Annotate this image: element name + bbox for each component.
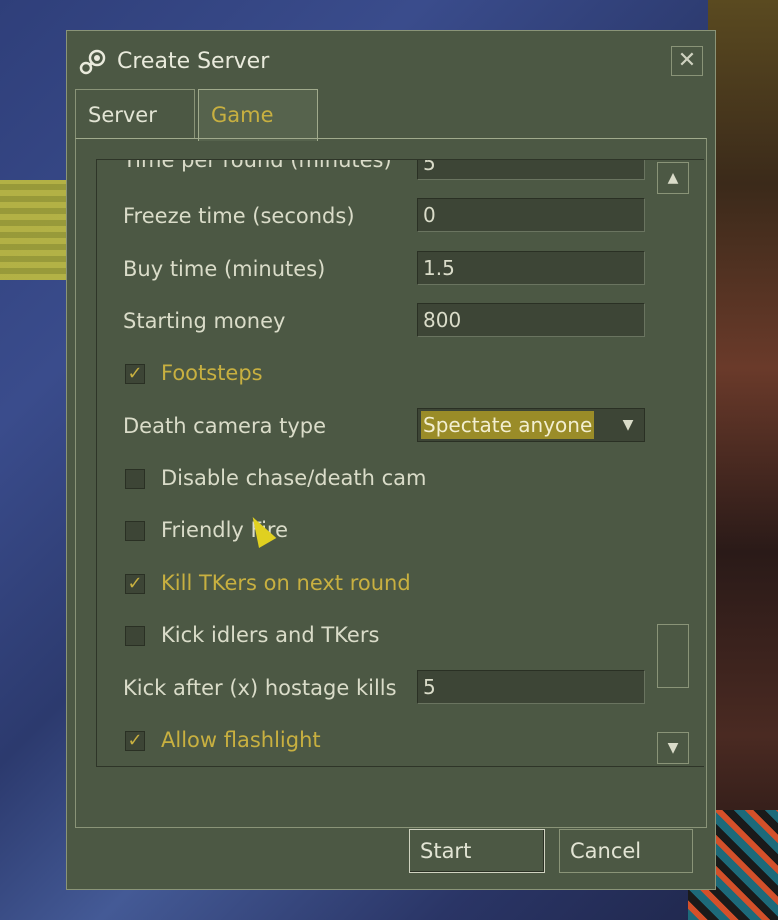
buy-time-label: Buy time (minutes) xyxy=(123,257,326,281)
close-icon: ✕ xyxy=(677,48,697,73)
time-per-round-label: Time per round (minutes) xyxy=(123,159,392,172)
vertical-scrollbar[interactable]: ▲ ▼ xyxy=(657,160,689,766)
close-button[interactable]: ✕ xyxy=(671,46,703,76)
arrow-up-icon: ▲ xyxy=(667,170,679,186)
arrow-down-icon: ▼ xyxy=(667,740,679,756)
kick-idlers-label: Kick idlers and TKers xyxy=(161,623,380,647)
tab-server[interactable]: Server xyxy=(75,89,195,139)
friendly-fire-checkbox[interactable] xyxy=(125,521,145,541)
death-camera-select[interactable]: Spectate anyone ▼ xyxy=(417,408,645,442)
scroll-up-button[interactable]: ▲ xyxy=(657,162,689,194)
check-icon: ✓ xyxy=(127,730,143,751)
time-per-round-input[interactable]: 5 xyxy=(417,160,645,180)
disable-chase-cam-checkbox[interactable] xyxy=(125,469,145,489)
kill-tkers-label: Kill TKers on next round xyxy=(161,571,411,595)
tab-game[interactable]: Game xyxy=(198,89,318,141)
allow-flashlight-label: Allow flashlight xyxy=(161,728,321,752)
settings-scroll-area[interactable]: Time per round (minutes) 5 Freeze time (… xyxy=(96,159,704,767)
kick-idlers-checkbox[interactable] xyxy=(125,626,145,646)
check-icon: ✓ xyxy=(127,573,143,594)
kick-after-hostage-input[interactable]: 5 xyxy=(417,670,645,704)
kill-tkers-checkbox[interactable]: ✓ xyxy=(125,574,145,594)
starting-money-label: Starting money xyxy=(123,309,286,333)
start-button[interactable]: Start xyxy=(409,829,545,873)
kick-after-hostage-label: Kick after (x) hostage kills xyxy=(123,676,397,700)
steam-icon xyxy=(79,49,106,75)
chevron-down-icon: ▼ xyxy=(622,417,634,433)
check-icon: ✓ xyxy=(127,363,143,384)
scroll-down-button[interactable]: ▼ xyxy=(657,732,689,764)
create-server-dialog: Create Server ✕ Server Game Time per rou… xyxy=(66,30,716,890)
footsteps-label: Footsteps xyxy=(161,361,263,385)
cancel-button[interactable]: Cancel xyxy=(559,829,693,873)
background-art xyxy=(708,0,778,920)
death-camera-label: Death camera type xyxy=(123,414,327,438)
scrollbar-thumb[interactable] xyxy=(657,624,689,688)
starting-money-input[interactable]: 800 xyxy=(417,303,645,337)
death-camera-value: Spectate anyone xyxy=(421,411,595,439)
window-title: Create Server xyxy=(117,49,270,74)
freeze-time-input[interactable]: 0 xyxy=(417,198,645,232)
freeze-time-label: Freeze time (seconds) xyxy=(123,204,355,228)
footsteps-checkbox[interactable]: ✓ xyxy=(125,364,145,384)
buy-time-input[interactable]: 1.5 xyxy=(417,251,645,285)
game-settings-panel: Time per round (minutes) 5 Freeze time (… xyxy=(75,138,707,828)
allow-flashlight-checkbox[interactable]: ✓ xyxy=(125,731,145,751)
title-bar[interactable]: Create Server ✕ xyxy=(67,31,715,93)
disable-chase-cam-label: Disable chase/death cam xyxy=(161,466,427,490)
